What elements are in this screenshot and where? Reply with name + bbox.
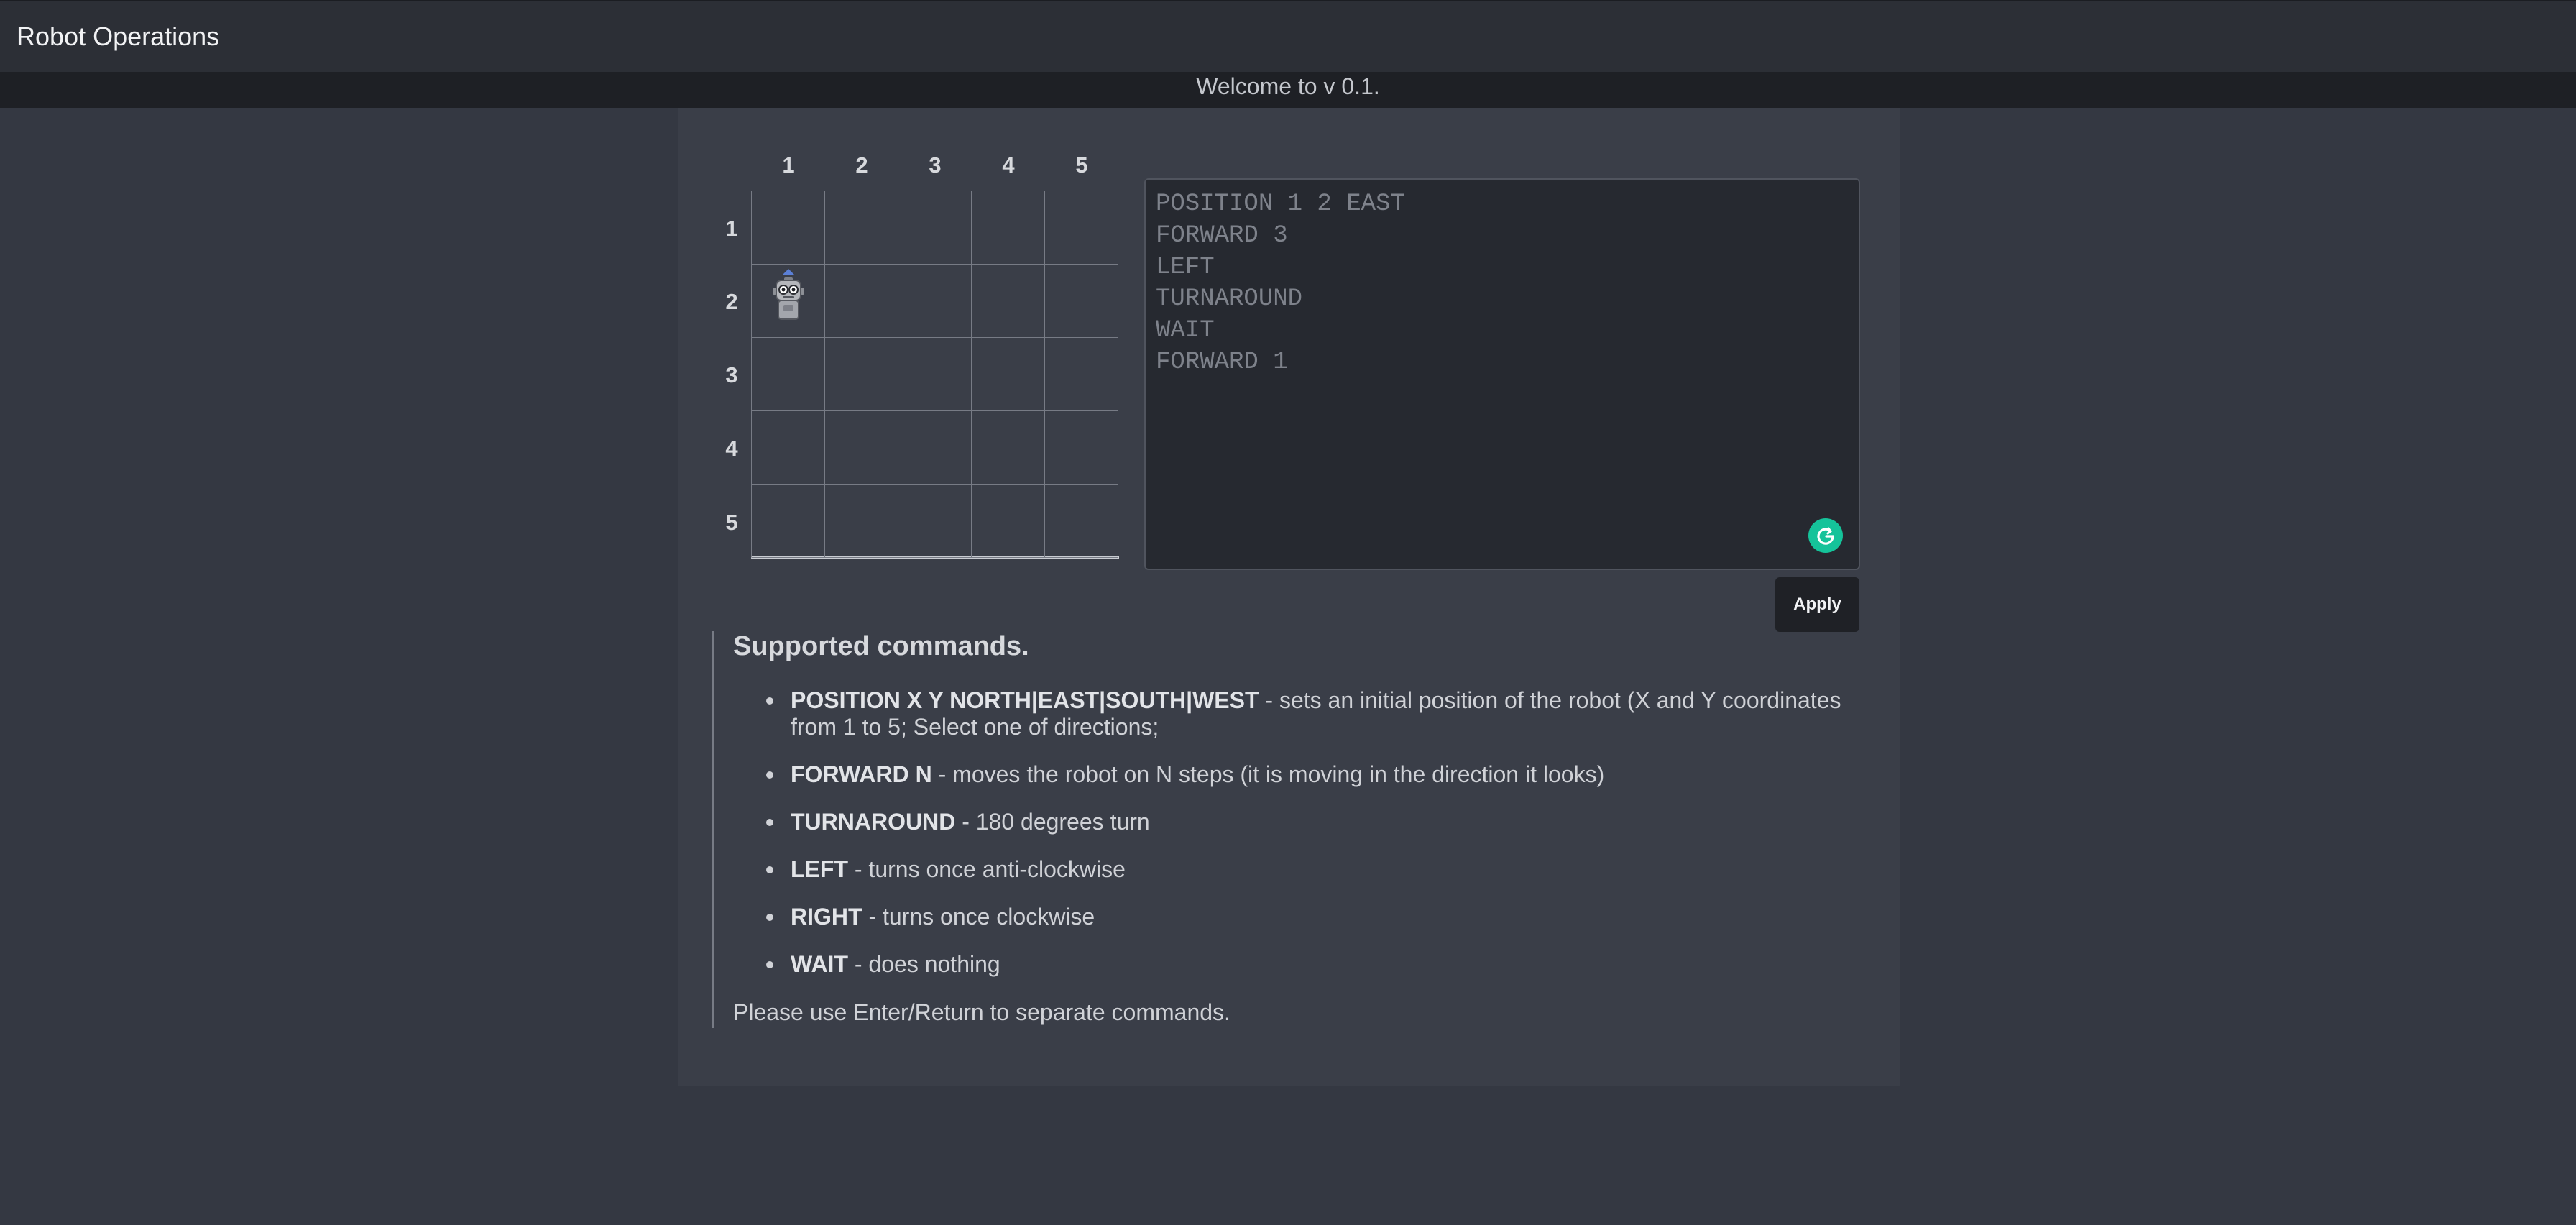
board-cell — [825, 338, 898, 411]
commands-textarea[interactable]: POSITION 1 2 EAST FORWARD 3 LEFT TURNARO… — [1144, 178, 1860, 570]
column-label: 5 — [1075, 152, 1088, 178]
board-cell — [972, 191, 1045, 265]
board-cell — [972, 265, 1045, 338]
help-footer: Please use Enter/Return to separate comm… — [733, 999, 1230, 1025]
grammarly-icon[interactable] — [1808, 518, 1843, 553]
bullet — [766, 866, 773, 873]
command-description: - turns once clockwise — [862, 904, 1095, 930]
top-navbar: Robot Operations — [0, 0, 2576, 72]
list-item: LEFT - turns once anti-clockwise — [733, 856, 1854, 883]
app-title[interactable]: Robot Operations — [17, 22, 219, 52]
robot-icon — [770, 267, 807, 322]
column-label: 3 — [929, 152, 942, 178]
help-title: Supported commands. — [733, 631, 1029, 661]
bullet — [766, 771, 773, 779]
row-label: 1 — [725, 216, 738, 241]
board-cell — [1045, 265, 1118, 338]
commands-text: POSITION 1 2 EAST FORWARD 3 LEFT TURNARO… — [1156, 188, 1405, 378]
command-name: RIGHT — [791, 904, 862, 930]
board-cell — [972, 338, 1045, 411]
board-cell — [1045, 191, 1118, 265]
row-label: 5 — [725, 510, 738, 535]
board-cell — [825, 485, 898, 558]
command-description: - 180 degrees turn — [955, 809, 1150, 835]
command-line: POSITION 1 2 EAST — [1156, 191, 1405, 218]
board-cell-robot — [752, 265, 825, 338]
command-name: TURNAROUND — [791, 809, 956, 835]
board-cell — [898, 411, 972, 485]
list-item: TURNAROUND - 180 degrees turn — [733, 809, 1854, 835]
row-label: 3 — [725, 362, 738, 387]
welcome-banner: Welcome to v 0.1. — [0, 72, 2576, 108]
command-name: WAIT — [791, 951, 848, 977]
row-label: 4 — [725, 436, 738, 461]
command-description: - does nothing — [847, 951, 1000, 977]
list-item: RIGHT - turns once clockwise — [733, 904, 1854, 930]
list-item: POSITION X Y NORTH|EAST|SOUTH|WEST - set… — [733, 687, 1854, 740]
board-cell — [752, 485, 825, 558]
board-cell — [752, 411, 825, 485]
board-cell — [825, 265, 898, 338]
column-label: 4 — [1002, 152, 1015, 178]
command-line: FORWARD 1 — [1156, 349, 1288, 376]
board-cell — [825, 411, 898, 485]
command-line: LEFT — [1156, 254, 1215, 281]
board-cell — [1045, 411, 1118, 485]
board-cell — [825, 191, 898, 265]
command-line: TURNAROUND — [1156, 285, 1303, 313]
bullet — [766, 914, 773, 921]
apply-button[interactable]: Apply — [1775, 577, 1859, 632]
list-item: WAIT - does nothing — [733, 951, 1854, 978]
board-cell — [1045, 338, 1118, 411]
board-cell — [752, 338, 825, 411]
board-cell — [1045, 485, 1118, 558]
command-name: POSITION X Y NORTH|EAST|SOUTH|WEST — [791, 687, 1259, 713]
command-description: - turns once anti-clockwise — [847, 856, 1126, 882]
board-cell — [898, 485, 972, 558]
board-cell — [898, 265, 972, 338]
command-name: FORWARD N — [791, 761, 932, 787]
command-description: - moves the robot on N steps (it is movi… — [932, 761, 1605, 787]
column-label: 2 — [855, 152, 868, 178]
board-cell — [752, 191, 825, 265]
board-cell — [972, 485, 1045, 558]
bullet — [766, 961, 773, 968]
bullet — [766, 819, 773, 826]
board-cell — [972, 411, 1045, 485]
column-label: 1 — [782, 152, 795, 178]
list-item: FORWARD N - moves the robot on N steps (… — [733, 761, 1854, 788]
board-cell — [898, 338, 972, 411]
command-name: LEFT — [791, 856, 848, 882]
robot-board — [751, 191, 1119, 559]
command-list: POSITION X Y NORTH|EAST|SOUTH|WEST - set… — [733, 687, 1854, 999]
command-line: WAIT — [1156, 317, 1215, 344]
row-label: 2 — [725, 289, 738, 314]
bullet — [766, 697, 773, 705]
command-line: FORWARD 3 — [1156, 222, 1288, 249]
board-cell — [898, 191, 972, 265]
supported-commands-section: Supported commands. POSITION X Y NORTH|E… — [712, 631, 1871, 1028]
welcome-text: Welcome to v 0.1. — [1196, 73, 1380, 99]
